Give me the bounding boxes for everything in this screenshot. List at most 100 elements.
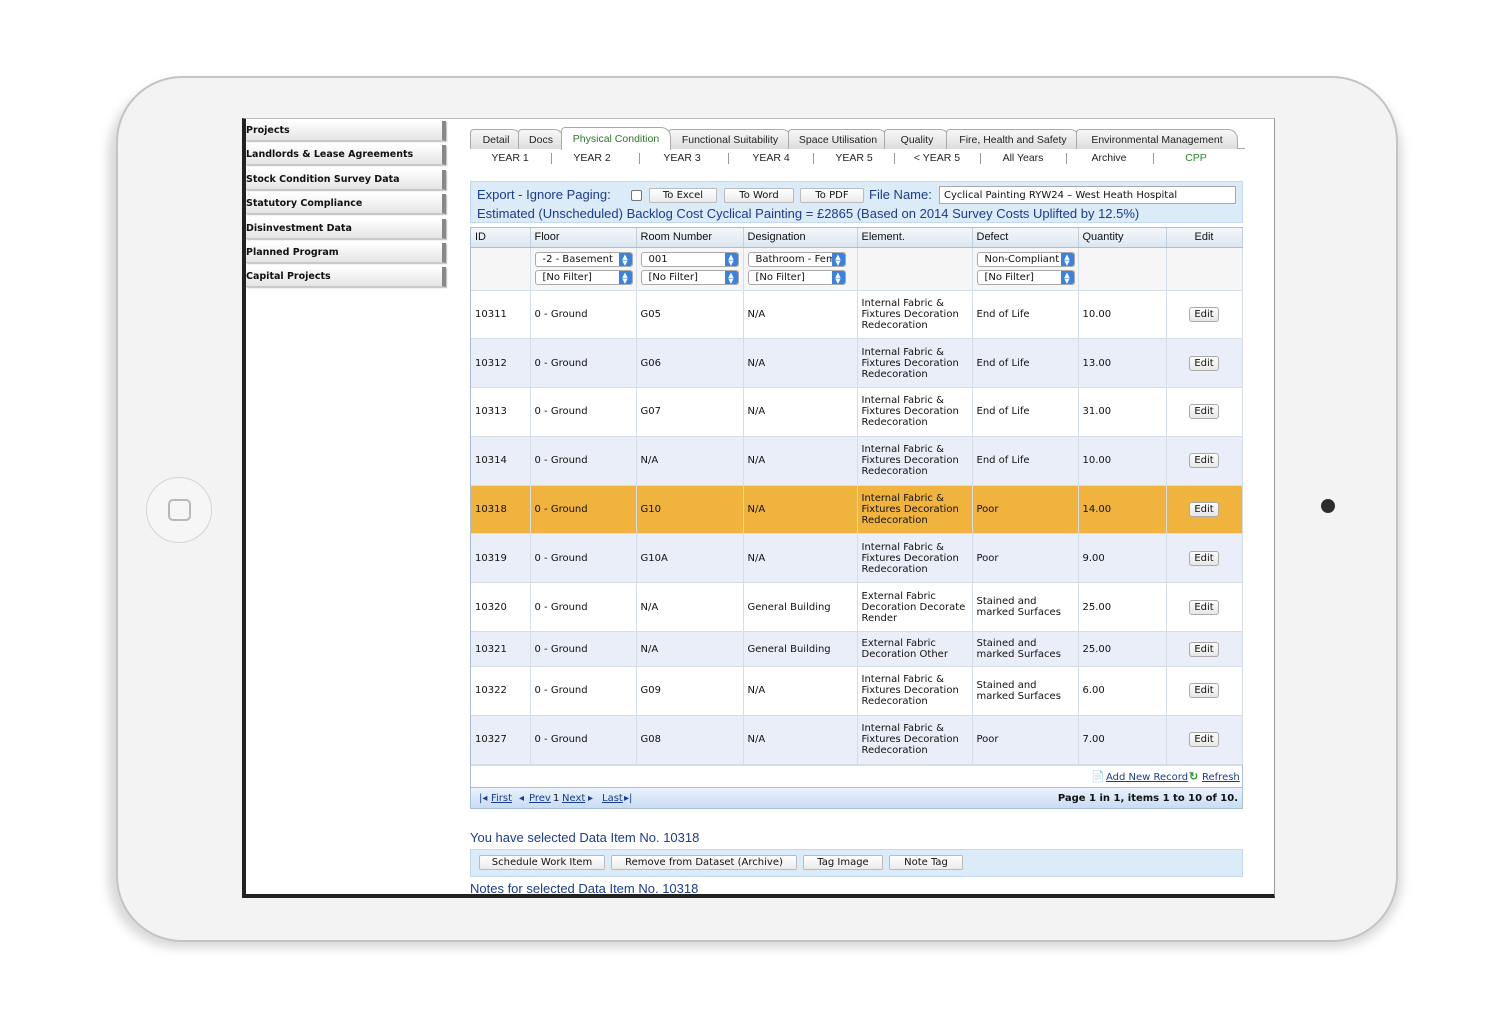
cell-floor: 0 - Ground [530, 338, 637, 389]
tab-fire-health-safety[interactable]: Fire, Health and Safety [946, 129, 1080, 149]
table-row[interactable]: 10312 0 - Ground G06 N/A Internal Fabric & F… [471, 338, 1243, 389]
designation-filter-select[interactable]: Bathroom - Fem ▲ ▼ [747, 251, 846, 267]
table-row[interactable]: 10311 0 - Ground G05 N/A Internal Fabric & F… [471, 290, 1243, 340]
to-excel-button[interactable]: To Excel [649, 188, 717, 203]
column-header-quantity[interactable]: Quantity [1078, 228, 1167, 248]
cell-defect: Poor [972, 485, 1079, 535]
sidebar-item-projects[interactable]: Projects [246, 121, 446, 141]
filter-cell-designation: Bathroom - Fem ▲ ▼ [No Filter] ▲ ▼ [743, 247, 858, 291]
column-header-element[interactable]: Element. [857, 228, 973, 248]
filter-cell-floor: -2 - Basement ▲ ▼ [No Filter] ▲ ▼ [530, 247, 637, 291]
edit-row-button[interactable]: Edit [1189, 732, 1219, 748]
cell-edit: Edit [1166, 715, 1243, 765]
defect-filter-default-value: [No Filter] [984, 271, 1034, 283]
year-link-all[interactable]: All Years [981, 152, 1065, 164]
tab-quality[interactable]: Quality [884, 129, 950, 149]
edit-row-button[interactable]: Edit [1189, 502, 1219, 518]
last-page-link[interactable]: Last [602, 793, 623, 804]
table-row[interactable]: 10320 0 - Ground N/A General Building Extern… [471, 582, 1243, 633]
cell-edit: Edit [1166, 436, 1243, 486]
defect-filter-value: Non-Compliant [984, 253, 1060, 265]
tab-functional-suitability[interactable]: Functional Suitability [668, 129, 792, 149]
edit-row-button[interactable]: Edit [1189, 550, 1219, 566]
table-row[interactable]: 10319 0 - Ground G10A N/A Internal Fabric & … [471, 533, 1243, 584]
column-header-id[interactable]: ID [471, 228, 531, 248]
cell-element: External Fabric Decoration Other [857, 631, 973, 668]
ignore-paging-checkbox[interactable] [631, 190, 642, 201]
edit-row-button[interactable]: Edit [1189, 453, 1219, 469]
filter-cell-room: 001 ▲ ▼ [No Filter] ▲ ▼ [636, 247, 744, 291]
year-link-3[interactable]: YEAR 3 [640, 152, 724, 164]
cell-edit: Edit [1166, 666, 1243, 716]
cell-designation: N/A [743, 533, 858, 584]
to-pdf-button[interactable]: To PDF [800, 188, 864, 203]
table-row[interactable]: 10321 0 - Ground N/A General Building Extern… [471, 631, 1243, 668]
column-header-room-number[interactable]: Room Number [636, 228, 744, 248]
tag-image-button[interactable]: Tag Image [803, 855, 883, 870]
home-square-icon [168, 499, 191, 521]
tab-physical-condition[interactable]: Physical Condition [561, 127, 671, 150]
year-link-before-5[interactable]: < YEAR 5 [895, 152, 979, 164]
year-link-2[interactable]: YEAR 2 [552, 152, 632, 164]
cell-quantity: 13.00 [1078, 338, 1167, 389]
table-row[interactable]: 10327 0 - Ground G08 N/A Internal Fabric & F… [471, 715, 1243, 765]
edit-row-button[interactable]: Edit [1189, 355, 1219, 371]
defect-filter-default-select[interactable]: [No Filter] ▲ ▼ [976, 269, 1075, 285]
room-filter-select[interactable]: 001 ▲ ▼ [640, 251, 739, 267]
column-header-floor[interactable]: Floor [530, 228, 637, 248]
floor-filter-select[interactable]: -2 - Basement ▲ ▼ [534, 251, 633, 267]
refresh-link[interactable]: Refresh [1202, 772, 1240, 783]
next-page-link[interactable]: Next [562, 793, 585, 804]
room-filter-value: 001 [648, 253, 668, 265]
sidebar-item-stock-condition[interactable]: Stock Condition Survey Data [246, 169, 446, 190]
tab-environmental-management[interactable]: Environmental Management [1076, 129, 1238, 149]
add-new-record-link[interactable]: Add New Record [1106, 772, 1188, 783]
table-row-selected[interactable]: 10318 0 - Ground G10 N/A Internal Fabric & F… [471, 485, 1243, 535]
floor-filter-default-value: [No Filter] [542, 271, 592, 283]
tab-detail[interactable]: Detail [470, 129, 522, 149]
designation-filter-default-select[interactable]: [No Filter] ▲ ▼ [747, 269, 846, 285]
remove-from-dataset-button[interactable]: Remove from Dataset (Archive) [611, 855, 797, 870]
cell-edit: Edit [1166, 338, 1243, 389]
cell-element: Internal Fabric & Fixtures Decoration Re… [857, 338, 973, 389]
year-link-archive[interactable]: Archive [1067, 152, 1151, 164]
year-link-cpp[interactable]: CPP [1154, 152, 1238, 164]
column-header-defect[interactable]: Defect [972, 228, 1079, 248]
floor-filter-default-select[interactable]: [No Filter] ▲ ▼ [534, 269, 633, 285]
table-row[interactable]: 10314 0 - Ground N/A N/A Internal Fabric & F… [471, 436, 1243, 486]
sidebar-item-statutory-compliance[interactable]: Statutory Compliance [246, 194, 446, 215]
year-link-5[interactable]: YEAR 5 [814, 152, 894, 164]
cell-floor: 0 - Ground [530, 533, 637, 584]
note-tag-button[interactable]: Note Tag [889, 855, 963, 870]
to-word-button[interactable]: To Word [724, 188, 794, 203]
sidebar-item-landlords[interactable]: Landlords & Lease Agreements [246, 145, 446, 166]
table-row[interactable]: 10322 0 - Ground G09 N/A Internal Fabric & F… [471, 666, 1243, 716]
first-page-link[interactable]: First [491, 793, 512, 804]
edit-row-button[interactable]: Edit [1189, 599, 1219, 615]
tab-space-utilisation[interactable]: Space Utilisation [788, 129, 888, 149]
defect-filter-select[interactable]: Non-Compliant ▲ ▼ [976, 251, 1075, 267]
cell-room: N/A [636, 436, 744, 486]
room-filter-default-select[interactable]: [No Filter] ▲ ▼ [640, 269, 739, 285]
column-header-designation[interactable]: Designation [743, 228, 858, 248]
year-link-4[interactable]: YEAR 4 [729, 152, 813, 164]
tab-docs[interactable]: Docs [518, 129, 564, 149]
edit-row-button[interactable]: Edit [1189, 306, 1219, 322]
table-row[interactable]: 10313 0 - Ground G07 N/A Internal Fabric & F… [471, 387, 1243, 437]
edit-row-button[interactable]: Edit [1189, 641, 1219, 657]
cell-quantity: 10.00 [1078, 290, 1167, 340]
sidebar-item-planned-program[interactable]: Planned Program [246, 242, 446, 263]
filter-cell-empty [1166, 247, 1243, 291]
sidebar-item-capital-projects[interactable]: Capital Projects [246, 267, 446, 288]
cell-quantity: 25.00 [1078, 582, 1167, 633]
edit-row-button[interactable]: Edit [1189, 683, 1219, 699]
prev-page-link[interactable]: Prev [529, 793, 551, 804]
cell-id: 10312 [471, 338, 531, 389]
edit-row-button[interactable]: Edit [1189, 404, 1219, 420]
tablet-screen: Projects Landlords & Lease Agreements St… [242, 118, 1275, 898]
schedule-work-item-button[interactable]: Schedule Work Item [479, 855, 605, 870]
year-link-1[interactable]: YEAR 1 [470, 152, 550, 164]
file-name-input[interactable]: Cyclical Painting RYW24 – West Heath Hos… [939, 186, 1236, 204]
cell-id: 10322 [471, 666, 531, 716]
sidebar-item-disinvestment[interactable]: Disinvestment Data [246, 218, 446, 239]
